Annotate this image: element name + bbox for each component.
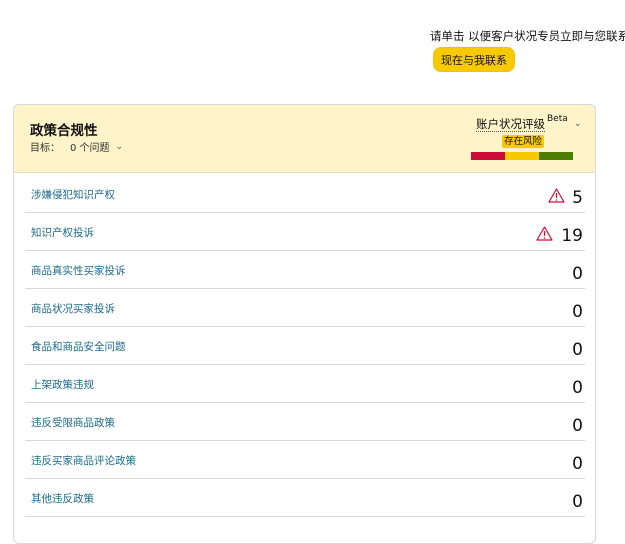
policy-card-header: 政策合规性 目标： 0 个问题 ⌄ 账户状况评级 Beta ⌄ 存在风险: [14, 105, 595, 173]
policy-link[interactable]: 商品状况买家投诉: [31, 301, 115, 316]
table-row: 涉嫌侵犯知识产权 5: [25, 175, 585, 213]
policy-compliance-card: 政策合规性 目标： 0 个问题 ⌄ 账户状况评级 Beta ⌄ 存在风险 涉嫌侵…: [13, 104, 596, 544]
table-row: 食品和商品安全问题 0: [25, 327, 585, 365]
violation-count: 0: [572, 378, 583, 398]
contact-me-button[interactable]: 现在与我联系: [433, 47, 515, 72]
table-row: 上架政策违规 0: [25, 365, 585, 403]
table-row: 商品真实性买家投诉 0: [25, 251, 585, 289]
contact-text: 请单击 以便客户状况专员立即与您联系。: [430, 29, 625, 43]
target-selector[interactable]: 目标： 0 个问题 ⌄: [30, 139, 124, 155]
policy-link[interactable]: 其他违反政策: [31, 491, 94, 506]
chevron-down-icon[interactable]: ⌄: [574, 119, 582, 129]
policy-link[interactable]: 上架政策违规: [31, 377, 94, 392]
table-row: 商品状况买家投诉 0: [25, 289, 585, 327]
status-badge: 存在风险: [502, 135, 545, 148]
target-label: 目标：: [30, 143, 60, 154]
table-row: 违反受限商品政策 0: [25, 403, 585, 441]
table-row: 其他违反政策 0: [25, 479, 585, 517]
violation-count: 0: [572, 416, 583, 436]
violation-count: 0: [572, 340, 583, 360]
rating-bar-yellow: [505, 152, 539, 160]
chevron-down-icon: ⌄: [115, 141, 124, 152]
card-title: 政策合规性: [30, 123, 98, 139]
table-row: 违反买家商品评论政策 0: [25, 441, 585, 479]
rating-bar-red: [471, 152, 505, 160]
policy-link[interactable]: 违反买家商品评论政策: [31, 453, 136, 468]
violation-count: 0: [572, 264, 583, 284]
warning-icon: [548, 188, 565, 203]
policy-list: 涉嫌侵犯知识产权 5 知识产权投诉 19 商品真实性买家投诉 0 商品状况买家投诉 0 食品和商…: [25, 175, 585, 517]
table-row: 知识产权投诉 19: [25, 213, 585, 251]
target-value: 0 个问题: [70, 143, 110, 154]
policy-link[interactable]: 涉嫌侵犯知识产权: [31, 187, 115, 202]
beta-tag: Beta: [547, 114, 568, 124]
violation-count: 0: [572, 454, 583, 474]
policy-link[interactable]: 违反受限商品政策: [31, 415, 115, 430]
policy-link[interactable]: 商品真实性买家投诉: [31, 263, 126, 278]
violation-count: 0: [572, 492, 583, 512]
rating-bar-green: [539, 152, 573, 160]
policy-link[interactable]: 知识产权投诉: [31, 225, 94, 240]
violation-count: 0: [572, 302, 583, 322]
policy-link[interactable]: 食品和商品安全问题: [31, 339, 126, 354]
violation-count: 19: [561, 226, 583, 246]
violation-count: 5: [572, 188, 583, 208]
account-health-rating-link[interactable]: 账户状况评级: [476, 117, 545, 132]
warning-icon: [536, 226, 553, 241]
